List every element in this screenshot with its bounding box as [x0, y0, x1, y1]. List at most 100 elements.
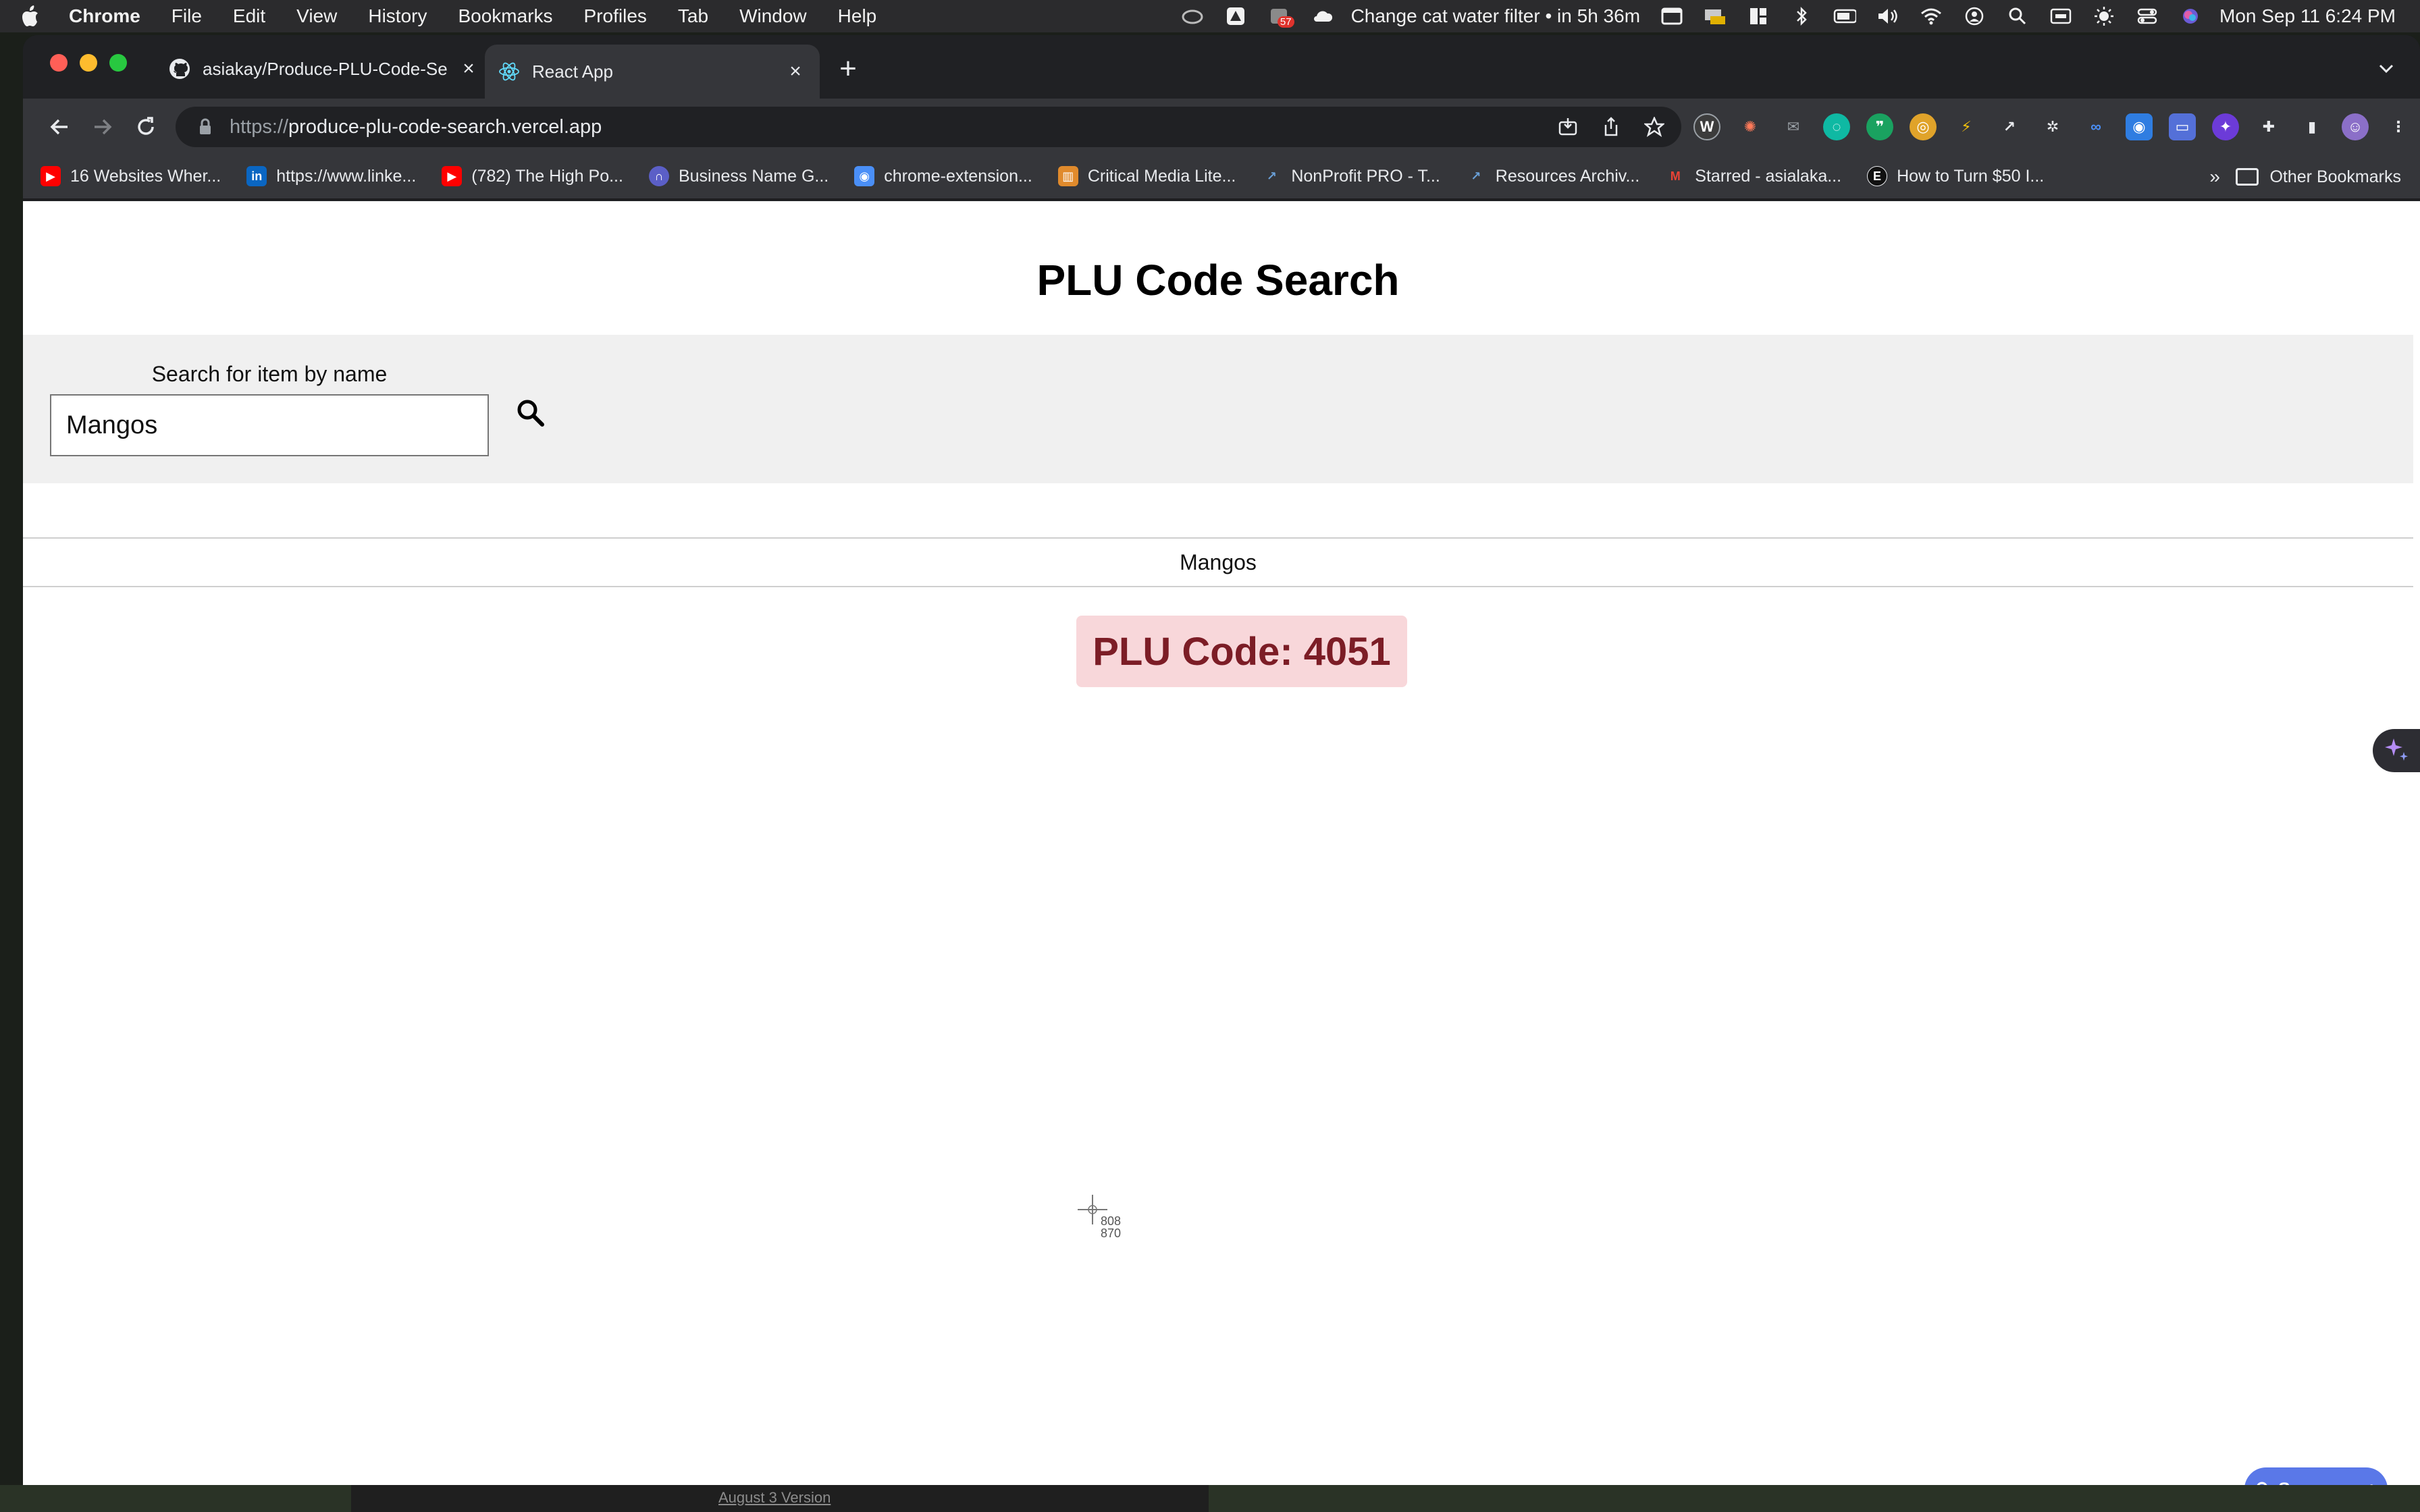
bookmark-item[interactable]: E How to Turn $50 I...	[1867, 166, 2044, 186]
profile-avatar[interactable]: ☺	[2342, 113, 2369, 140]
calendar-reminder[interactable]: Change cat water filter • in 5h 36m	[1351, 5, 1640, 27]
search-extension-icon[interactable]: ◉	[2126, 113, 2153, 140]
siri-icon[interactable]	[2179, 6, 2202, 26]
bookmark-label: NonProfit PRO - T...	[1291, 166, 1440, 186]
chrome-window: asiakay/Produce-PLU-Code-Se × React App …	[23, 35, 2420, 1485]
bookmark-item[interactable]: ▶ (782) The High Po...	[442, 166, 623, 186]
tab-github[interactable]: asiakay/Produce-PLU-Code-Se ×	[155, 45, 493, 93]
desktop-background: August 3 Version	[0, 1485, 2420, 1512]
other-bookmarks-label: Other Bookmarks	[2269, 167, 2401, 186]
other-bookmarks-folder[interactable]: Other Bookmarks	[2236, 162, 2401, 192]
tab-react-app[interactable]: React App ×	[485, 45, 820, 99]
search-input[interactable]	[50, 394, 489, 456]
notification-badge-icon[interactable]: 57	[1267, 6, 1294, 28]
address-bar[interactable]: https://produce-plu-code-search.vercel.a…	[176, 107, 1681, 147]
bookmark-label: Starred - asialaka...	[1695, 166, 1842, 186]
creative-cloud-icon[interactable]	[1181, 6, 1204, 26]
install-app-icon[interactable]	[1554, 113, 1581, 140]
page-viewport: PLU Code Search Search for item by name …	[23, 201, 2420, 1485]
window-close-button[interactable]	[50, 54, 68, 72]
spotlight-search-icon[interactable]	[2006, 6, 2029, 26]
summary-button-label: Summary +	[2278, 1479, 2377, 1486]
menubar-status-area: 57 Change cat water filter • in 5h 36m M…	[1161, 0, 2396, 32]
chat-extension-icon[interactable]: ◌	[1823, 113, 1850, 140]
menu-profiles[interactable]: Profiles	[584, 5, 647, 27]
macos-menubar: Chrome File Edit View History Bookmarks …	[0, 0, 2420, 32]
desktop-version-link[interactable]: August 3 Version	[718, 1489, 831, 1507]
bookmark-item[interactable]: M Starred - asialaka...	[1665, 166, 1841, 186]
menu-edit[interactable]: Edit	[233, 5, 265, 27]
mail-extension-icon[interactable]: ✉	[1780, 113, 1807, 140]
back-button[interactable]	[43, 111, 76, 143]
screen-extension-icon[interactable]: ▭	[2169, 113, 2196, 140]
keyboard-icon[interactable]	[2049, 6, 2072, 26]
hubspot-extension-icon[interactable]: ✺	[1737, 113, 1764, 140]
forward-button[interactable]	[86, 111, 119, 143]
bookmark-item[interactable]: ↗ Resources Archiv...	[1466, 166, 1640, 186]
share-icon[interactable]	[1598, 113, 1625, 140]
gmail-icon: M	[1670, 169, 1681, 183]
tab-title: React App	[532, 61, 613, 82]
tab-close-icon[interactable]: ×	[785, 60, 806, 82]
bookmarks-overflow-button[interactable]: »	[2209, 166, 2220, 188]
search-button[interactable]	[506, 390, 554, 437]
new-tab-button[interactable]: +	[832, 52, 864, 85]
apple-icon[interactable]	[20, 5, 41, 28]
bookmark-star-icon[interactable]	[1641, 113, 1668, 140]
ai-extension-icon[interactable]: ✦	[2212, 113, 2239, 140]
volume-icon[interactable]	[1876, 6, 1899, 26]
bookmark-label: Resources Archiv...	[1495, 166, 1640, 186]
tab-search-chevron-icon[interactable]	[2373, 55, 2400, 82]
bookmark-item[interactable]: ▶ 16 Websites Wher...	[41, 166, 221, 186]
control-center-icon[interactable]	[2136, 6, 2159, 26]
summary-button[interactable]: Summary +	[2244, 1467, 2388, 1485]
bluetooth-icon[interactable]	[1790, 6, 1813, 26]
menubar-datetime[interactable]: Mon Sep 11 6:24 PM	[2219, 5, 2396, 27]
bookmark-item[interactable]: in https://www.linke...	[246, 166, 416, 186]
youtube-icon: ▶	[41, 166, 61, 186]
result-item[interactable]: Mangos	[23, 537, 2413, 587]
grammarly-extension-icon[interactable]: ❞	[1866, 113, 1893, 140]
menu-bookmarks[interactable]: Bookmarks	[458, 5, 552, 27]
cloud-sync-icon[interactable]	[1311, 6, 1334, 26]
url-host: produce-plu-code-search.vercel.app	[288, 115, 602, 138]
wifi-icon[interactable]	[1920, 6, 1943, 26]
menu-window[interactable]: Window	[739, 5, 807, 27]
bookmark-item[interactable]: ▥ Critical Media Lite...	[1057, 166, 1236, 186]
menu-file[interactable]: File	[172, 5, 202, 27]
window-zoom-button[interactable]	[109, 54, 127, 72]
menu-tab[interactable]: Tab	[678, 5, 708, 27]
tab-close-icon[interactable]: ×	[458, 57, 479, 80]
bookmark-item[interactable]: ↗ NonProfit PRO - T...	[1261, 166, 1440, 186]
bookmark-item[interactable]: ◉ chrome-extension...	[854, 166, 1032, 186]
chrome-menu-icon[interactable]: ⋮	[2385, 113, 2412, 140]
window-minimize-button[interactable]	[80, 54, 97, 72]
search-label: Search for item by name	[151, 362, 388, 386]
menu-help[interactable]: Help	[838, 5, 877, 27]
cursor-extension-icon[interactable]: ↗	[1996, 113, 2023, 140]
brightness-icon[interactable]	[2093, 6, 2115, 26]
bookmark-label: 16 Websites Wher...	[70, 166, 221, 186]
display-icon[interactable]	[1704, 6, 1727, 26]
color-extension-icon[interactable]: ◎	[1910, 113, 1937, 140]
battery-icon[interactable]	[1833, 6, 1857, 26]
bookmark-label: https://www.linke...	[276, 166, 417, 186]
puzzle-extensions-icon[interactable]: ✚	[2255, 113, 2282, 140]
menu-history[interactable]: History	[368, 5, 427, 27]
side-panel-icon[interactable]: ▮	[2298, 113, 2325, 140]
ai-sidebar-toggle[interactable]	[2373, 729, 2420, 772]
bookmark-item[interactable]: ∩ Business Name G...	[648, 166, 828, 186]
infinity-extension-icon[interactable]: ∞	[2082, 113, 2109, 140]
layout-icon[interactable]	[1747, 6, 1770, 26]
window-icon[interactable]	[1660, 6, 1683, 26]
menu-view[interactable]: View	[296, 5, 337, 27]
lightning-extension-icon[interactable]: ⚡	[1953, 113, 1980, 140]
user-icon[interactable]	[1963, 6, 1986, 26]
settings-extension-icon[interactable]: ✲	[2039, 113, 2066, 140]
wordpress-extension-icon[interactable]: W	[1693, 113, 1720, 140]
menu-app-name[interactable]: Chrome	[69, 5, 140, 27]
reload-button[interactable]	[130, 111, 162, 143]
page-title: PLU Code Search	[1036, 256, 1400, 304]
drive-icon[interactable]	[1224, 6, 1247, 26]
lock-icon[interactable]	[196, 117, 215, 136]
